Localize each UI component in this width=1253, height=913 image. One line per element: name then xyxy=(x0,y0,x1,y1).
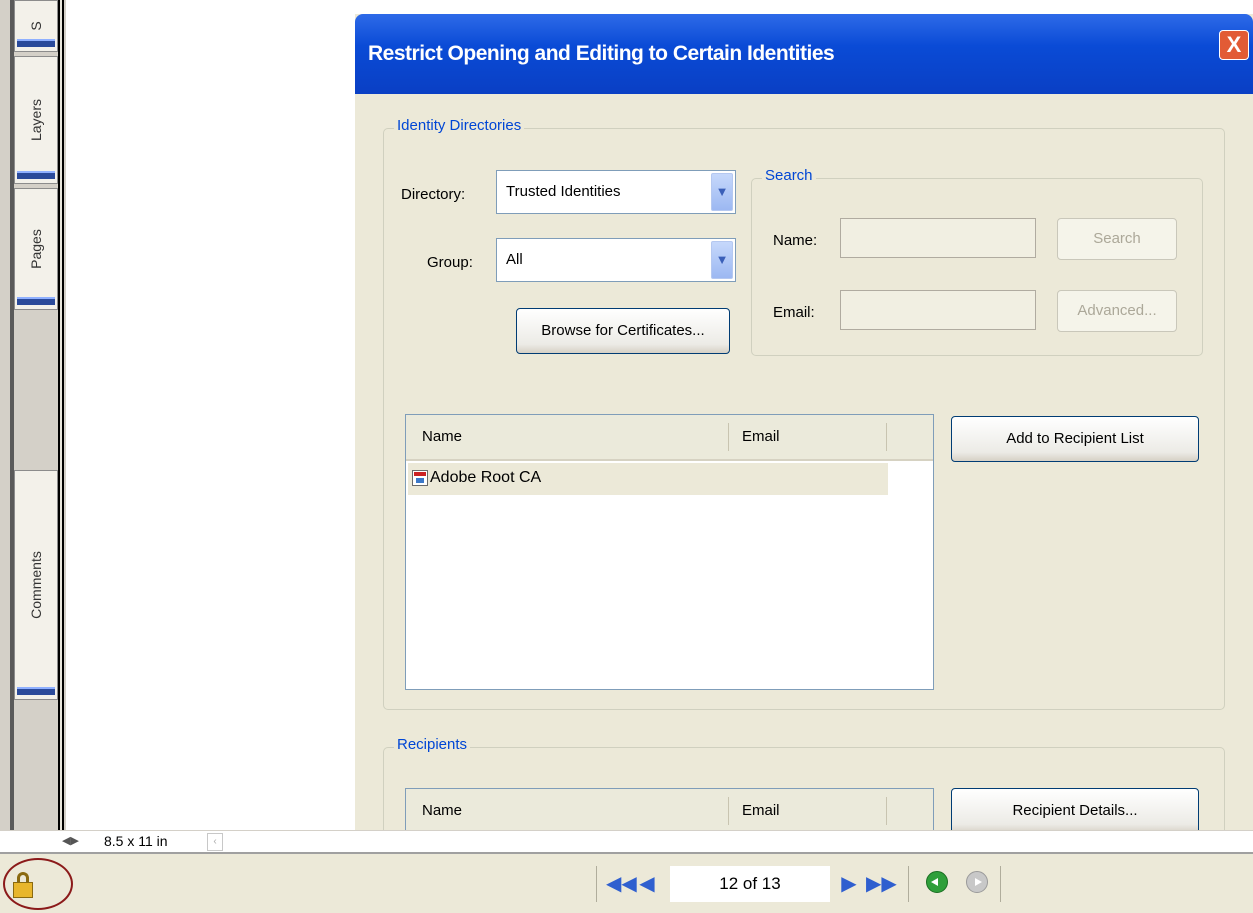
add-to-recipient-list-button[interactable]: Add to Recipient List xyxy=(951,416,1199,462)
tab-grip xyxy=(17,297,55,305)
restrict-identities-dialog: Restrict Opening and Editing to Certain … xyxy=(355,14,1253,857)
list-header: Name Email xyxy=(406,789,933,835)
tab-label: Pages xyxy=(28,229,44,269)
certificate-icon xyxy=(412,470,428,486)
column-divider[interactable] xyxy=(886,423,887,451)
search-name-label: Name: xyxy=(773,232,818,249)
tab-grip xyxy=(17,687,55,695)
tab-pages[interactable]: Pages xyxy=(14,188,58,310)
tab-layers[interactable]: Layers xyxy=(14,56,58,184)
directory-label: Directory: xyxy=(401,186,466,203)
dialog-titlebar[interactable]: Restrict Opening and Editing to Certain … xyxy=(355,14,1253,94)
resize-arrows-icon[interactable]: ◀▶ xyxy=(62,834,79,847)
list-header: Name Email xyxy=(406,415,933,461)
tab-label: Layers xyxy=(28,98,44,142)
close-icon: X xyxy=(1226,32,1242,57)
advanced-search-button[interactable]: Advanced... xyxy=(1057,290,1177,332)
column-divider[interactable] xyxy=(728,423,729,451)
group-value: All xyxy=(506,251,523,268)
highlight-circle xyxy=(3,858,73,910)
column-header-name[interactable]: Name xyxy=(422,428,462,445)
group-label: Group: xyxy=(427,254,473,271)
tab-signatures[interactable]: S xyxy=(14,0,58,52)
tab-comments[interactable]: Comments xyxy=(14,470,58,700)
column-header-name[interactable]: Name xyxy=(422,802,462,819)
search-email-field[interactable] xyxy=(840,290,1036,330)
scroll-left-icon[interactable]: ‹ xyxy=(207,833,223,851)
close-button[interactable]: X xyxy=(1219,30,1249,60)
first-page-icon[interactable]: ◀◀ xyxy=(606,869,637,899)
navigation-panel: S Layers Pages Comments xyxy=(0,0,66,830)
go-back-icon[interactable] xyxy=(926,871,948,893)
recipient-details-button[interactable]: Recipient Details... xyxy=(951,788,1199,834)
column-header-email[interactable]: Email xyxy=(742,802,780,819)
dialog-title: Restrict Opening and Editing to Certain … xyxy=(368,42,835,65)
group-select[interactable]: All ▼ xyxy=(496,238,736,282)
next-page-icon[interactable]: ▶ xyxy=(836,869,862,899)
tab-label: Comments xyxy=(28,551,44,619)
column-divider[interactable] xyxy=(728,797,729,825)
status-bar: ◀◀ ◀ 12 of 13 ▶ ▶▶ xyxy=(0,852,1253,913)
search-email-label: Email: xyxy=(773,304,815,321)
column-divider[interactable] xyxy=(886,797,887,825)
identities-list[interactable]: Name Email Adobe Root CA xyxy=(405,414,934,690)
page-size-bar: ◀▶ 8.5 x 11 in ‹ xyxy=(0,830,1253,853)
search-button[interactable]: Search xyxy=(1057,218,1177,260)
directory-select[interactable]: Trusted Identities ▼ xyxy=(496,170,736,214)
tab-grip xyxy=(17,39,55,47)
directory-value: Trusted Identities xyxy=(506,183,621,200)
tab-label: S xyxy=(28,21,44,31)
toolbar-separator xyxy=(596,866,597,902)
prev-page-icon[interactable]: ◀ xyxy=(634,869,660,899)
toolbar-separator xyxy=(908,866,909,902)
group-legend: Identity Directories xyxy=(394,117,525,134)
column-header-email[interactable]: Email xyxy=(742,428,780,445)
group-legend: Recipients xyxy=(394,736,471,753)
browse-certificates-button[interactable]: Browse for Certificates... xyxy=(516,308,730,354)
last-page-icon[interactable]: ▶▶ xyxy=(866,869,897,899)
go-forward-icon[interactable] xyxy=(966,871,988,893)
group-legend: Search xyxy=(762,167,816,184)
chevron-down-icon[interactable]: ▼ xyxy=(711,173,733,211)
tab-grip xyxy=(17,171,55,179)
list-item[interactable]: Adobe Root CA xyxy=(408,463,888,495)
search-name-field[interactable] xyxy=(840,218,1036,258)
page-size: 8.5 x 11 in xyxy=(104,833,168,849)
page-number-field[interactable]: 12 of 13 xyxy=(670,866,830,902)
chevron-down-icon[interactable]: ▼ xyxy=(711,241,733,279)
identity-name: Adobe Root CA xyxy=(430,469,542,486)
nav-splitter[interactable] xyxy=(58,0,64,830)
toolbar-separator xyxy=(1000,866,1001,902)
